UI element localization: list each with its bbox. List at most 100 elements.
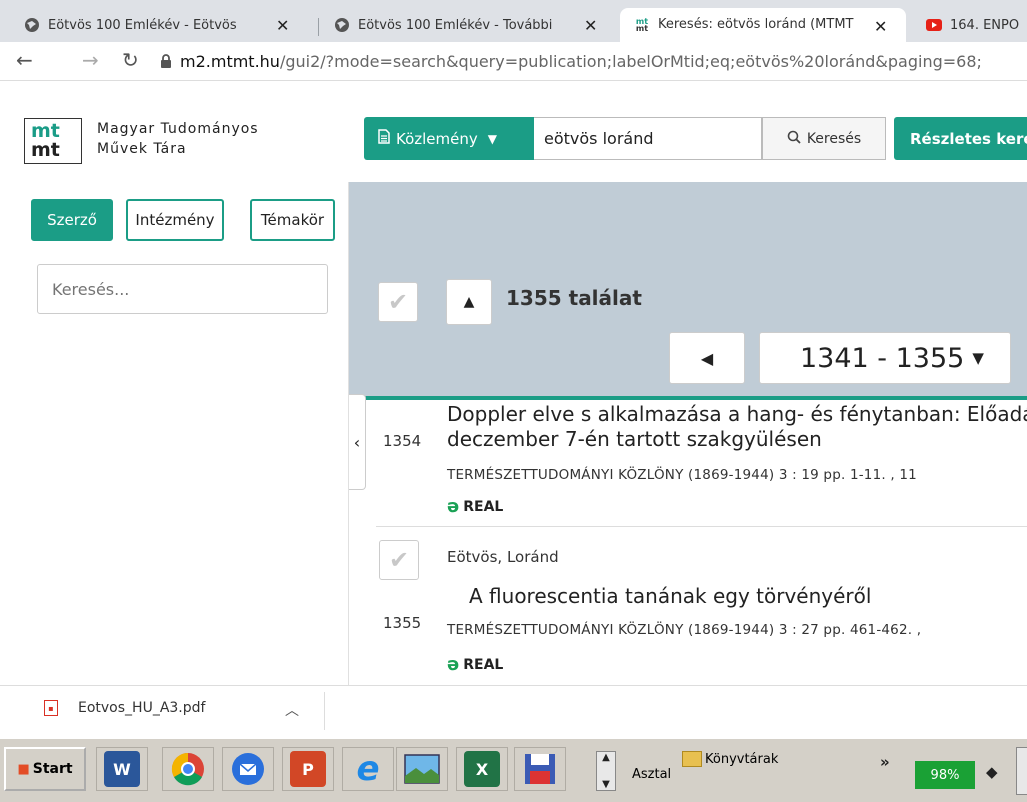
- word-icon[interactable]: W: [96, 747, 148, 791]
- download-bar: ▪ Eotvos_HU_A3.pdf ︿: [0, 685, 1027, 738]
- result-number: 1355: [383, 614, 422, 632]
- record-type-label: Közlemény: [396, 129, 478, 148]
- internet-explorer-icon[interactable]: e: [342, 747, 394, 791]
- site-name-line-2: Művek Tára: [97, 141, 187, 157]
- result-title[interactable]: A fluorescentia tanának egy törvényéről: [469, 584, 871, 608]
- tab-label: Eötvös 100 Emlékév - Eötvös: [48, 17, 237, 33]
- advanced-search-label: Részletes keresés: [910, 129, 1027, 148]
- result-count: 1355 találat: [506, 286, 642, 310]
- open-access-icon: ə: [447, 654, 460, 675]
- result-title-continued[interactable]: deczember 7-én tartott szakgyülésen: [447, 427, 822, 451]
- libraries-toolbar[interactable]: Könyvtárak: [682, 751, 778, 767]
- results-panel: ✔ ▲ 1355 találat ◀ 1341 - 1355 ▼ ‹ Doppl…: [348, 182, 1027, 685]
- filter-tab-label: Intézmény: [135, 211, 215, 229]
- thunderbird-icon[interactable]: [222, 747, 274, 791]
- filter-tab-label: Témakör: [260, 211, 325, 229]
- tab-label: Keresés: eötvös loránd (MTMT: [658, 17, 854, 32]
- site-name-line-1: Magyar Tudományos: [97, 121, 259, 137]
- back-arrow-icon[interactable]: ←: [16, 48, 33, 72]
- lock-icon[interactable]: [160, 54, 172, 73]
- download-separator: [324, 692, 325, 730]
- windows-flag-icon: ■: [17, 761, 30, 777]
- collapse-panel-button[interactable]: ‹: [349, 394, 366, 490]
- sort-toggle-button[interactable]: ▲: [446, 279, 492, 325]
- url-path: /gui2/?mode=search&query=publication;lab…: [279, 52, 982, 71]
- libraries-label: Könyvtárak: [705, 751, 779, 767]
- reload-icon[interactable]: ↻: [122, 48, 139, 72]
- result-number: 1354: [383, 432, 422, 450]
- caret-down-icon: ▼: [972, 349, 984, 367]
- logo-line-2: mt: [31, 139, 60, 161]
- excel-icon[interactable]: X: [456, 747, 508, 791]
- powerpoint-icon[interactable]: P: [282, 747, 334, 791]
- taskbar-scroll-button[interactable]: ▲ ▼: [596, 751, 616, 791]
- search-input[interactable]: [534, 117, 762, 160]
- search-icon: [787, 130, 801, 148]
- chevron-up-icon[interactable]: ︿: [285, 700, 299, 720]
- battery-percent: 98%: [930, 767, 960, 783]
- arrow-up-icon: ▲: [602, 752, 610, 763]
- power-plug-icon: ◆: [986, 763, 998, 781]
- search-button[interactable]: Keresés: [762, 117, 886, 160]
- filter-tab-label: Szerző: [47, 211, 97, 229]
- pdf-file-icon: ▪: [44, 700, 58, 716]
- arrow-down-icon: ▼: [602, 779, 610, 790]
- filter-search-input[interactable]: [37, 264, 328, 314]
- browser-tab-1[interactable]: Eötvös 100 Emlékév - Eötvös ✕: [14, 8, 314, 42]
- filter-panel: Szerző Intézmény Témakör: [0, 182, 348, 685]
- browser-tab-2[interactable]: Eötvös 100 Emlékév - További ✕: [324, 8, 614, 42]
- address-bar-row: ← → ↻ m2.mtmt.hu/gui2/?mode=search&query…: [0, 42, 1027, 81]
- desktop-toolbar-label[interactable]: Asztal: [632, 767, 671, 782]
- real-repository-link[interactable]: ə REAL: [447, 654, 503, 675]
- double-chevron-icon[interactable]: »: [880, 753, 890, 771]
- forward-arrow-icon[interactable]: →: [82, 48, 99, 72]
- tab-label: 164. ENPO: [950, 17, 1020, 33]
- chrome-icon[interactable]: [162, 747, 214, 791]
- start-button[interactable]: ■ Start: [4, 747, 86, 791]
- select-all-checkbox[interactable]: ✔: [378, 282, 418, 322]
- result-author[interactable]: Eötvös, Loránd: [447, 548, 559, 566]
- mtmt-favicon: mt mt: [635, 17, 649, 33]
- open-access-icon: ə: [447, 496, 460, 517]
- mtmt-logo[interactable]: mt mt: [24, 118, 82, 164]
- start-label: Start: [32, 761, 73, 777]
- close-icon[interactable]: ✕: [874, 17, 887, 36]
- tab-separator: [318, 18, 319, 36]
- close-icon[interactable]: ✕: [584, 16, 597, 35]
- globe-icon: [24, 17, 40, 33]
- advanced-search-button[interactable]: Részletes keresés: [894, 117, 1027, 160]
- result-title[interactable]: Doppler elve s alkalmazása a hang- és fé…: [447, 402, 1027, 426]
- folder-icon: [682, 751, 702, 767]
- caret-left-icon: ◀: [700, 348, 714, 368]
- photo-viewer-icon[interactable]: [396, 747, 448, 791]
- previous-page-button[interactable]: ◀: [669, 332, 745, 384]
- close-icon[interactable]: ✕: [276, 16, 289, 35]
- chevron-left-icon: ‹: [353, 432, 361, 452]
- site-header: mt mt Magyar Tudományos Művek Tára Közle…: [0, 110, 1027, 183]
- filter-tab-topic[interactable]: Témakör: [250, 199, 335, 241]
- url-field[interactable]: m2.mtmt.hu/gui2/?mode=search&query=publi…: [180, 52, 982, 71]
- real-repository-link[interactable]: ə REAL: [447, 496, 503, 517]
- browser-tab-4[interactable]: 164. ENPO: [920, 8, 1027, 42]
- results-header: ✔ ▲ 1355 találat ◀ 1341 - 1355 ▼: [349, 182, 1027, 400]
- record-type-select[interactable]: Közlemény ▼: [364, 117, 534, 160]
- url-host: m2.mtmt.hu: [180, 52, 280, 71]
- filter-tab-author[interactable]: Szerző: [31, 199, 113, 241]
- save-floppy-icon[interactable]: [514, 747, 566, 791]
- battery-indicator[interactable]: 98%: [915, 761, 975, 789]
- repository-label: REAL: [463, 498, 504, 515]
- result-journal: TERMÉSZETTUDOMÁNYI KÖZLÖNY (1869-1944) 3…: [447, 467, 917, 483]
- globe-icon: [334, 17, 350, 33]
- result-checkbox[interactable]: ✔: [379, 540, 419, 580]
- tab-label: Eötvös 100 Emlékév - További: [358, 17, 553, 33]
- document-icon: [378, 129, 390, 148]
- page-range-select[interactable]: 1341 - 1355 ▼: [759, 332, 1011, 384]
- youtube-icon: [926, 17, 942, 33]
- taskbar: ■ Start W P e X ▲ ▼ Asztal Könyvtárak » …: [0, 737, 1027, 802]
- caret-up-icon: ▲: [463, 294, 475, 310]
- result-divider: [376, 526, 1027, 527]
- download-item[interactable]: ▪ Eotvos_HU_A3.pdf: [44, 700, 205, 716]
- filter-tab-institution[interactable]: Intézmény: [126, 199, 224, 241]
- caret-down-icon: ▼: [487, 131, 497, 146]
- download-file-name: Eotvos_HU_A3.pdf: [78, 700, 206, 716]
